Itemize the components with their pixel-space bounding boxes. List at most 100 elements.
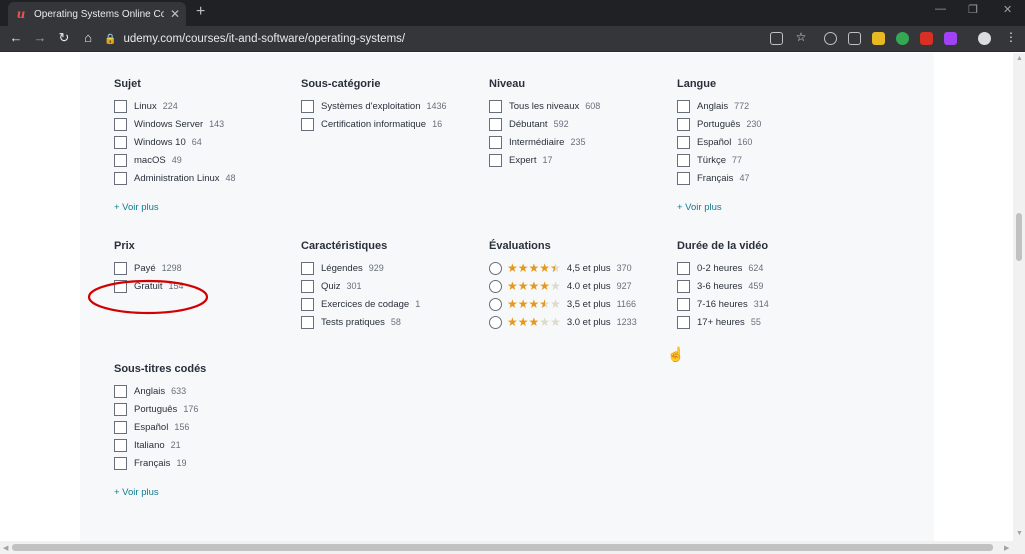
- filter-option[interactable]: Légendes 929: [301, 259, 420, 277]
- filter-option[interactable]: Tests pratiques 58: [301, 313, 420, 331]
- radio-button[interactable]: [489, 261, 502, 275]
- filter-option[interactable]: Windows Server 143: [114, 115, 236, 133]
- checkbox[interactable]: [489, 117, 502, 131]
- filter-option[interactable]: 7-16 heures 314: [677, 295, 769, 313]
- checkbox[interactable]: [114, 117, 127, 131]
- filter-option[interactable]: Italiano 21: [114, 436, 206, 454]
- radio-button[interactable]: [489, 297, 502, 311]
- filter-option[interactable]: Expert 17: [489, 151, 600, 169]
- filter-option[interactable]: 3-6 heures 459: [677, 277, 769, 295]
- filter-option[interactable]: macOS 49: [114, 151, 236, 169]
- scroll-down-icon[interactable]: ▼: [1016, 530, 1023, 537]
- checkbox[interactable]: [301, 315, 314, 329]
- filter-option[interactable]: Intermédiaire 235: [489, 133, 600, 151]
- checkbox[interactable]: [301, 279, 314, 293]
- checkbox[interactable]: [114, 135, 127, 149]
- checkbox[interactable]: [677, 315, 690, 329]
- checkbox[interactable]: [301, 261, 314, 275]
- address-bar[interactable]: 🔒 udemy.com/courses/it-and-software/oper…: [104, 29, 764, 49]
- see-more-link[interactable]: + Voir plus: [677, 202, 761, 213]
- window-close-icon[interactable]: ✕: [1003, 3, 1012, 16]
- translate-icon[interactable]: [770, 32, 783, 45]
- filter-option[interactable]: Quiz 301: [301, 277, 420, 295]
- checkbox[interactable]: [677, 297, 690, 311]
- filter-option[interactable]: ★ ★ ★ ★ ★ 4.0 et plus 927: [489, 277, 637, 295]
- filter-option[interactable]: Français 19: [114, 454, 206, 472]
- checkbox[interactable]: [114, 99, 127, 113]
- profile-avatar-icon[interactable]: [978, 32, 991, 45]
- restore-icon[interactable]: ❐: [968, 3, 978, 16]
- vertical-scrollbar[interactable]: ▲ ▼: [1013, 53, 1025, 541]
- filter-option[interactable]: Windows 10 64: [114, 133, 236, 151]
- filter-option[interactable]: Português 176: [114, 400, 206, 418]
- pdf-extension-icon[interactable]: [920, 32, 933, 45]
- filter-option[interactable]: Español 156: [114, 418, 206, 436]
- filter-option[interactable]: Débutant 592: [489, 115, 600, 133]
- checkbox[interactable]: [114, 438, 127, 452]
- scroll-up-icon[interactable]: ▲: [1016, 55, 1023, 62]
- checkbox[interactable]: [114, 261, 127, 275]
- filter-option[interactable]: Exercices de codage 1: [301, 295, 420, 313]
- new-tab-button[interactable]: +: [196, 3, 205, 21]
- see-more-link[interactable]: + Voir plus: [114, 202, 236, 213]
- checkbox[interactable]: [301, 297, 314, 311]
- menu-kebab-icon[interactable]: ⋮: [1002, 30, 1020, 44]
- tab-close-icon[interactable]: ✕: [170, 7, 180, 21]
- checkbox[interactable]: [677, 99, 690, 113]
- checkbox[interactable]: [677, 135, 690, 149]
- checkbox[interactable]: [114, 420, 127, 434]
- checkbox[interactable]: [489, 135, 502, 149]
- radio-button[interactable]: [489, 279, 502, 293]
- checkbox[interactable]: [677, 279, 690, 293]
- browser-tab[interactable]: u Operating Systems Online Courses ✕: [8, 2, 186, 26]
- purple-extension-icon[interactable]: [944, 32, 957, 45]
- checkbox[interactable]: [114, 402, 127, 416]
- filter-option[interactable]: ★★★★★3,5 et plus1166: [489, 295, 637, 313]
- checkbox[interactable]: [489, 99, 502, 113]
- checkbox[interactable]: [114, 456, 127, 470]
- checkbox[interactable]: [677, 261, 690, 275]
- checkbox[interactable]: [114, 153, 127, 167]
- forward-icon[interactable]: →: [31, 30, 49, 45]
- filter-option[interactable]: ★ ★ ★ ★ ★ 3.0 et plus 1233: [489, 313, 637, 331]
- minimize-icon[interactable]: —: [935, 3, 946, 15]
- filter-option[interactable]: Systèmes d'exploitation 1436: [301, 97, 447, 115]
- scroll-left-icon[interactable]: ◀: [3, 544, 8, 552]
- back-icon[interactable]: ←: [7, 30, 25, 45]
- filter-option[interactable]: 0-2 heures 624: [677, 259, 769, 277]
- checkbox[interactable]: [114, 384, 127, 398]
- checkbox[interactable]: [301, 117, 314, 131]
- filter-option[interactable]: Tous les niveaux 608: [489, 97, 600, 115]
- checkbox[interactable]: [677, 117, 690, 131]
- radio-button[interactable]: [489, 315, 502, 329]
- filter-option[interactable]: Payé 1298: [114, 259, 184, 277]
- coupon-extension-icon[interactable]: [872, 32, 885, 45]
- green-extension-icon[interactable]: [896, 32, 909, 45]
- home-icon[interactable]: ⌂: [79, 30, 97, 45]
- filter-option[interactable]: Certification informatique 16: [301, 115, 447, 133]
- bookmark-star-icon[interactable]: ☆: [792, 30, 810, 44]
- vertical-scroll-thumb[interactable]: [1016, 213, 1022, 261]
- horizontal-scrollbar[interactable]: ◀ ▶: [0, 541, 1025, 554]
- filter-option[interactable]: Linux 224: [114, 97, 236, 115]
- horizontal-scroll-thumb[interactable]: [12, 544, 993, 551]
- filter-option[interactable]: Español 160: [677, 133, 761, 151]
- filter-option[interactable]: Türkçe 77: [677, 151, 761, 169]
- checkbox[interactable]: [301, 99, 314, 113]
- checkbox[interactable]: [114, 171, 127, 185]
- filter-option[interactable]: Anglais 772: [677, 97, 761, 115]
- filter-option[interactable]: Anglais 633: [114, 382, 206, 400]
- scroll-right-icon[interactable]: ▶: [1004, 544, 1009, 552]
- filter-option[interactable]: Português 230: [677, 115, 761, 133]
- filter-option[interactable]: ★★★★★4,5 et plus370: [489, 259, 637, 277]
- filter-option[interactable]: 17+ heures 55: [677, 313, 769, 331]
- see-more-link[interactable]: + Voir plus: [114, 487, 206, 498]
- extension-icon[interactable]: [824, 32, 837, 45]
- checkbox[interactable]: [677, 171, 690, 185]
- checkbox[interactable]: [489, 153, 502, 167]
- reload-icon[interactable]: ↻: [55, 30, 73, 46]
- filter-option[interactable]: Français 47: [677, 169, 761, 187]
- checkbox[interactable]: [677, 153, 690, 167]
- mail-extension-icon[interactable]: [848, 32, 861, 45]
- filter-option[interactable]: Administration Linux 48: [114, 169, 236, 187]
